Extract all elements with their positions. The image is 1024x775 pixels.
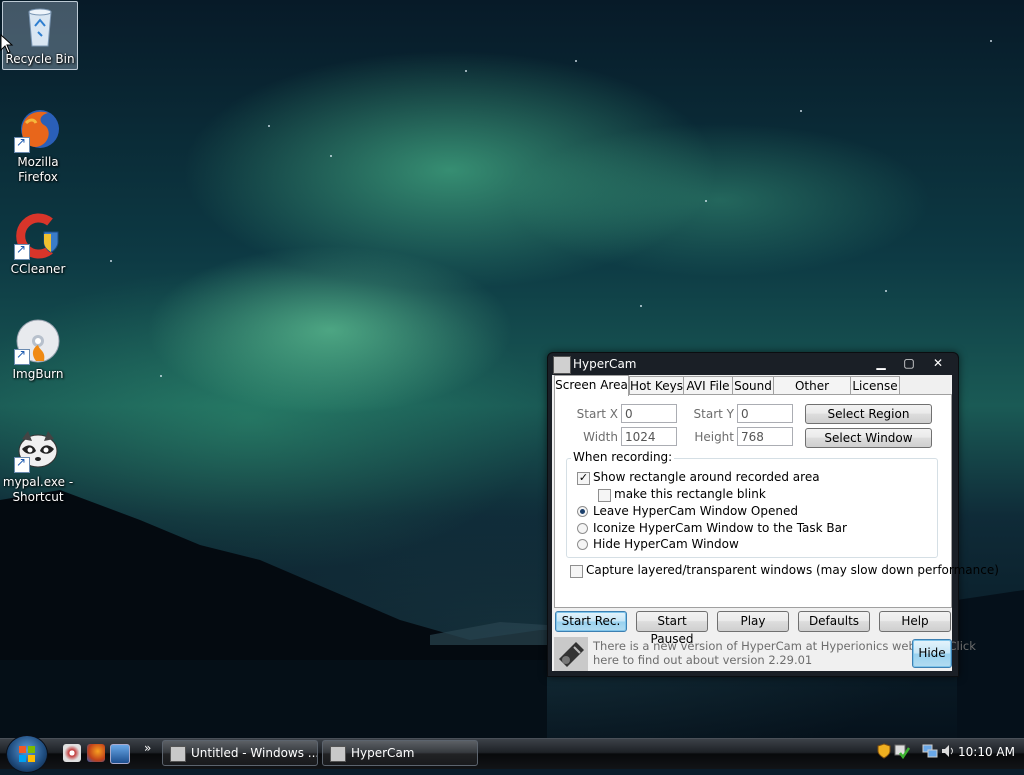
title-bar[interactable]: HyperCam ▁ ▢ ✕ — [548, 353, 958, 375]
quicklaunch-show-desktop-icon[interactable] — [110, 744, 130, 764]
desktop-icon-imgburn[interactable]: ImgBurn — [2, 317, 74, 382]
mouse-cursor-icon — [0, 34, 14, 54]
start-paused-button[interactable]: Start Paused — [636, 611, 708, 646]
windows-logo-icon — [19, 746, 35, 762]
leave-window-opened-radio[interactable] — [577, 506, 588, 517]
iconize-window-label[interactable]: Iconize HyperCam Window to the Task Bar — [593, 521, 847, 535]
start-x-label: Start X — [576, 407, 618, 421]
window-title: HyperCam — [573, 357, 637, 371]
start-y-field[interactable]: 0 — [737, 404, 793, 423]
window-client: Screen Area Hot Keys AVI File Sound Othe… — [552, 375, 999, 671]
tab-hot-keys[interactable]: Hot Keys — [629, 376, 684, 395]
desktop-icon-label-line2: Shortcut — [12, 490, 64, 504]
security-shield-icon[interactable] — [876, 743, 892, 759]
desktop-icon-ccleaner[interactable]: CCleaner — [2, 212, 74, 277]
desktop-icon-label: Recycle Bin — [5, 52, 75, 66]
start-button[interactable] — [6, 735, 48, 773]
minimize-button[interactable]: ▁ — [870, 357, 892, 371]
desktop-icon-mypal[interactable]: mypal.exe - Shortcut — [2, 425, 74, 505]
tab-sound[interactable]: Sound — [732, 376, 774, 395]
desktop-icon-label: CCleaner — [10, 262, 66, 276]
select-region-button[interactable]: Select Region — [805, 404, 932, 424]
shortcut-arrow-icon — [14, 242, 30, 260]
quicklaunch-chevron-icon[interactable]: » — [144, 741, 151, 755]
taskbar-item-windows-media[interactable]: Untitled - Windows ... — [162, 740, 318, 766]
play-button[interactable]: Play — [717, 611, 789, 632]
start-x-field[interactable]: 0 — [621, 404, 677, 423]
volume-icon[interactable] — [940, 743, 956, 759]
tab-screen-area[interactable]: Screen Area — [554, 375, 629, 396]
clock[interactable]: 10:10 AM — [958, 745, 1015, 759]
hide-button[interactable]: Hide — [912, 639, 952, 668]
desktop-icon-firefox[interactable]: Mozilla Firefox — [2, 105, 74, 185]
maximize-button[interactable]: ▢ — [898, 357, 920, 371]
recycle-bin-icon — [16, 2, 64, 50]
hypercam-icon — [330, 746, 346, 762]
firefox-icon — [14, 105, 62, 153]
hypercam-camera-icon — [554, 637, 588, 671]
leave-window-opened-label[interactable]: Leave HyperCam Window Opened — [593, 504, 798, 518]
screen-area-panel: Start X 0 Start Y 0 Select Region Width … — [554, 394, 999, 608]
network-icon[interactable] — [922, 743, 938, 759]
tab-license[interactable]: License — [850, 376, 900, 395]
blink-rectangle-checkbox[interactable] — [598, 489, 611, 502]
imgburn-icon — [14, 317, 62, 365]
hide-window-radio[interactable] — [577, 539, 588, 550]
capture-layered-checkbox[interactable] — [570, 565, 583, 578]
blink-rectangle-label[interactable]: make this rectangle blink — [614, 487, 766, 501]
desktop-icon-label: ImgBurn — [12, 367, 64, 381]
shortcut-arrow-icon — [14, 135, 30, 153]
close-button[interactable]: ✕ — [927, 357, 949, 371]
hypercam-window: HyperCam ▁ ▢ ✕ Screen Area Hot Keys AVI … — [547, 352, 999, 677]
iconize-window-radio[interactable] — [577, 523, 588, 534]
hide-window-label[interactable]: Hide HyperCam Window — [593, 537, 739, 551]
taskbar-item-label: HyperCam — [351, 746, 415, 760]
desktop-icon-label-line1: Mozilla — [17, 155, 59, 169]
taskbar-item-hypercam[interactable]: HyperCam — [322, 740, 478, 766]
shortcut-arrow-icon — [14, 347, 30, 365]
select-window-button[interactable]: Select Window — [805, 428, 932, 448]
shortcut-arrow-icon — [14, 455, 30, 473]
windows-media-icon — [170, 746, 186, 762]
raccoon-icon — [14, 425, 62, 473]
tab-other-options[interactable]: Other Options — [773, 376, 851, 411]
start-y-label: Start Y — [693, 407, 734, 421]
help-button[interactable]: Help — [879, 611, 951, 632]
width-label: Width — [583, 430, 618, 444]
quicklaunch-firefox-icon[interactable] — [87, 744, 105, 762]
quicklaunch-chrome-icon[interactable] — [63, 744, 81, 762]
capture-layered-label[interactable]: Capture layered/transparent windows (may… — [586, 563, 999, 577]
update-notice[interactable]: There is a new version of HyperCam at Hy… — [554, 637, 976, 671]
show-rectangle-label[interactable]: Show rectangle around recorded area — [593, 470, 820, 484]
hypercam-app-icon — [553, 356, 571, 374]
height-label: Height — [694, 430, 734, 444]
ccleaner-icon — [14, 212, 62, 260]
taskbar-item-label: Untitled - Windows ... — [191, 746, 318, 760]
update-check-icon[interactable] — [894, 743, 910, 759]
show-rectangle-checkbox[interactable]: ✓ — [577, 472, 590, 485]
width-field[interactable]: 1024 — [621, 427, 677, 446]
defaults-button[interactable]: Defaults — [798, 611, 870, 632]
desktop-icon-label-line2: Firefox — [18, 170, 58, 184]
when-recording-title: When recording: — [571, 450, 675, 464]
desktop-icon-label-line1: mypal.exe - — [2, 475, 74, 489]
height-field[interactable]: 768 — [737, 427, 793, 446]
start-rec-button[interactable]: Start Rec. — [555, 611, 627, 632]
tab-avi-file[interactable]: AVI File — [683, 376, 733, 395]
